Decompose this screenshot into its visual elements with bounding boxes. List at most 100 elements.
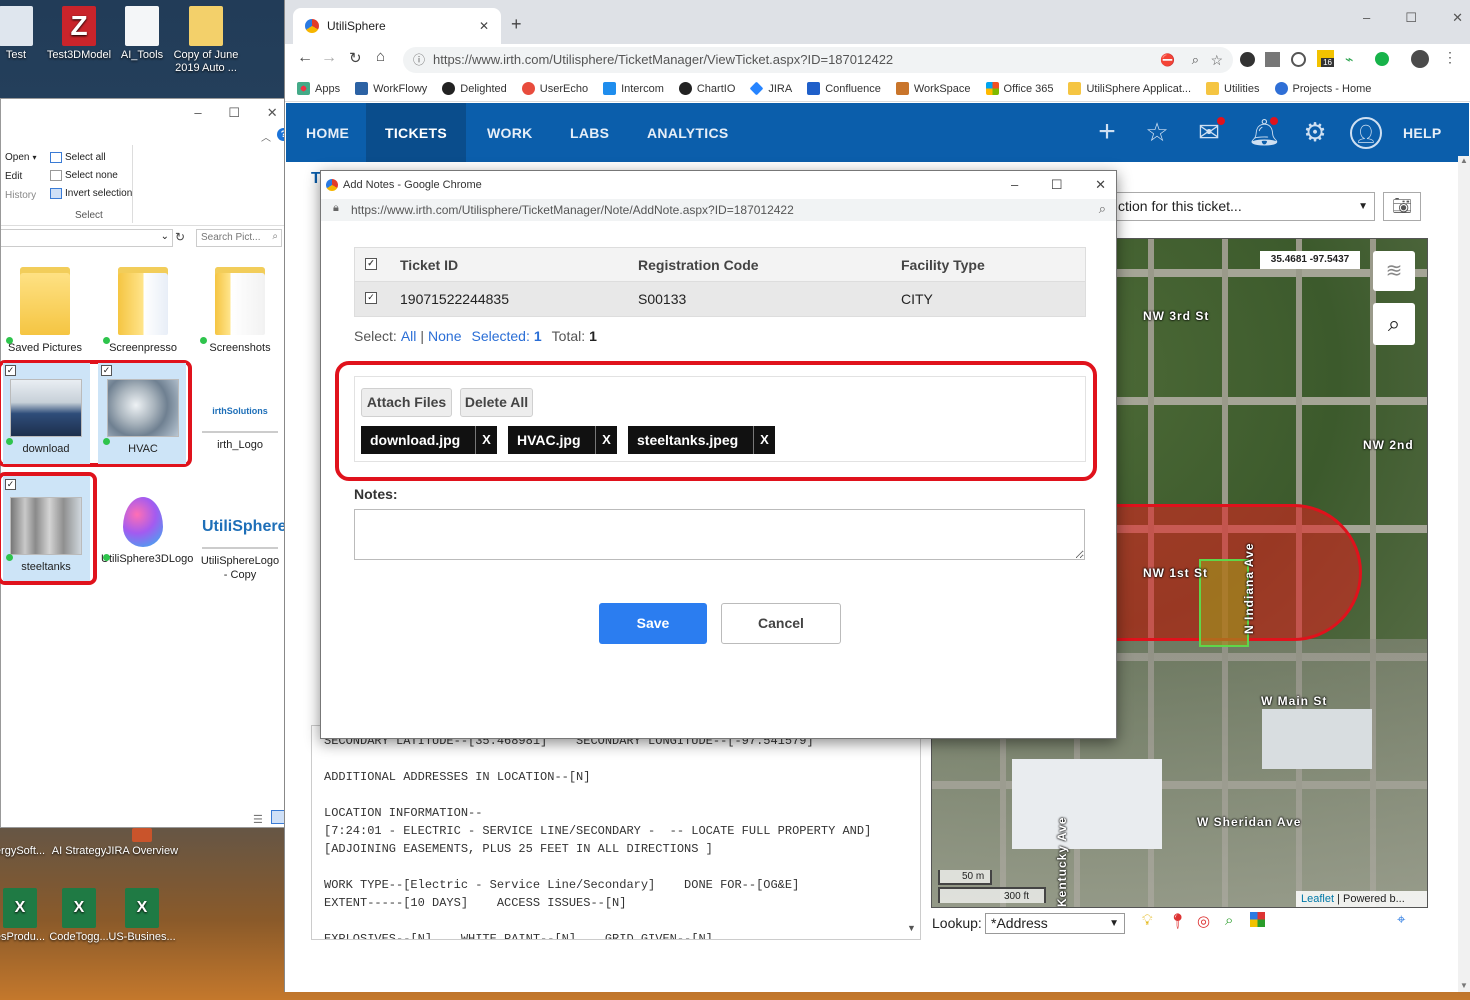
- item-checkbox[interactable]: ✓: [5, 365, 16, 376]
- bookmark-chartio[interactable]: ChartIO: [678, 82, 735, 95]
- table-row[interactable]: ✓ 19071522244835 S00133 CITY: [355, 282, 1085, 316]
- close-icon[interactable]: ✕: [1452, 10, 1463, 26]
- minimize-icon[interactable]: –: [1011, 177, 1018, 193]
- menu-kebab-icon[interactable]: ⋮: [1443, 49, 1457, 66]
- file-irth-logo[interactable]: irthSolutions irth_Logo: [198, 379, 282, 452]
- item-checkbox[interactable]: ✓: [5, 479, 16, 490]
- camera-button[interactable]: 📷︎: [1383, 192, 1421, 221]
- maximize-icon[interactable]: ☐: [1051, 177, 1063, 193]
- map-pin-icon[interactable]: 📍︎: [1168, 912, 1187, 930]
- profile-avatar[interactable]: [1411, 50, 1429, 68]
- file-download[interactable]: download: [4, 379, 88, 456]
- folder-screenpresso[interactable]: Screenpresso: [101, 267, 185, 355]
- browser-tab[interactable]: UtiliSphere ✕: [293, 8, 501, 44]
- page-scrollbar[interactable]: ▲ ▼: [1458, 156, 1470, 992]
- bookmark-delighted[interactable]: Delighted: [442, 82, 507, 95]
- chevron-down-icon[interactable]: ⌄: [161, 231, 169, 242]
- extension-icon[interactable]: [1291, 52, 1306, 67]
- select-none-link[interactable]: None: [428, 328, 461, 344]
- search-input[interactable]: Search Pict... ⌕: [196, 229, 282, 247]
- bookmark-confluence[interactable]: Confluence: [807, 82, 881, 95]
- desktop-icon-june-auto[interactable]: Copy of June 2019 Auto ...: [168, 6, 244, 75]
- folder-saved-pictures[interactable]: Saved Pictures: [3, 267, 87, 355]
- scroll-down-icon[interactable]: ▼: [907, 923, 916, 933]
- remove-attachment-icon[interactable]: X: [475, 426, 497, 454]
- address-bar[interactable]: ⌄: [1, 229, 173, 247]
- bookmark-utilities[interactable]: Utilities: [1206, 82, 1260, 95]
- delete-all-button[interactable]: Delete All: [460, 388, 533, 417]
- extension-icon[interactable]: [1240, 52, 1255, 67]
- bookmark-projects-home[interactable]: Projects - Home: [1274, 82, 1371, 95]
- target-icon[interactable]: ◎: [1197, 912, 1210, 930]
- home-icon[interactable]: ⌂: [376, 48, 385, 65]
- item-checkbox[interactable]: ✓: [101, 365, 112, 376]
- bookmark-jira[interactable]: JIRA: [749, 81, 792, 96]
- layers-icon[interactable]: ≋: [1373, 251, 1415, 291]
- bookmark-workspace[interactable]: WorkSpace: [895, 82, 971, 95]
- desktop-icon-jira-overview[interactable]: JIRA Overview: [104, 828, 180, 858]
- map-layers-multicolor-icon[interactable]: [1250, 912, 1265, 927]
- bookmark-office365[interactable]: Office 365: [985, 82, 1053, 95]
- bookmark-utilisphere-applicat[interactable]: UtiliSphere Applicat...: [1068, 82, 1191, 95]
- invert-selection-button[interactable]: Invert selection: [50, 188, 132, 199]
- forward-icon[interactable]: →: [321, 49, 337, 67]
- open-button[interactable]: Open ▾: [5, 152, 36, 163]
- close-icon[interactable]: ✕: [267, 105, 278, 121]
- bookmark-userecho[interactable]: UserEcho: [521, 82, 588, 95]
- details-view-icon[interactable]: ☰: [253, 813, 263, 826]
- dialog-address-bar[interactable]: 🔒︎ https://www.irth.com/Utilisphere/Tick…: [321, 199, 1116, 221]
- nav-home[interactable]: HOME: [306, 103, 349, 162]
- gps-icon[interactable]: ⌖: [1397, 911, 1405, 928]
- row-checkbox[interactable]: ✓: [365, 292, 377, 304]
- add-icon[interactable]: +: [1091, 117, 1123, 149]
- bookmark-workflowy[interactable]: WorkFlowy: [355, 82, 427, 95]
- edit-button[interactable]: Edit: [5, 171, 22, 182]
- address-bar[interactable]: ⓘ https://www.irth.com/Utilisphere/Ticke…: [403, 47, 1233, 73]
- map-search-icon[interactable]: ⌕: [1373, 303, 1415, 345]
- folder-screenshots[interactable]: Screenshots: [198, 267, 282, 355]
- leaflet-link[interactable]: Leaflet: [1301, 893, 1334, 905]
- zoom-map-icon[interactable]: ⌕: [1225, 912, 1233, 929]
- bell-icon[interactable]: 🔔︎: [1248, 117, 1281, 149]
- file-hvac[interactable]: HVAC: [101, 379, 185, 456]
- reload-icon[interactable]: ↻: [349, 49, 362, 67]
- select-all-button[interactable]: Select all: [50, 152, 106, 163]
- nav-labs[interactable]: LABS: [570, 103, 609, 162]
- favorite-star-icon[interactable]: ☆: [1141, 117, 1173, 149]
- collapse-ribbon-icon[interactable]: ︿: [261, 129, 271, 144]
- minimize-icon[interactable]: –: [194, 105, 201, 121]
- remove-attachment-icon[interactable]: X: [753, 426, 775, 454]
- refresh-icon[interactable]: ↻: [175, 230, 185, 244]
- nav-help[interactable]: HELP: [1403, 103, 1442, 162]
- file-utilisphere3dlogo[interactable]: UtiliSphere3DLogo: [101, 497, 193, 566]
- maximize-icon[interactable]: ☐: [1405, 10, 1417, 26]
- scroll-up-icon[interactable]: ▲: [1460, 156, 1468, 165]
- bookmark-star-icon[interactable]: ☆: [1210, 47, 1223, 73]
- back-icon[interactable]: ←: [297, 49, 313, 67]
- save-button[interactable]: Save: [599, 603, 707, 644]
- nav-analytics[interactable]: ANALYTICS: [647, 103, 729, 162]
- remove-attachment-icon[interactable]: X: [595, 426, 617, 454]
- user-profile-icon[interactable]: 👤︎: [1350, 117, 1382, 149]
- attach-files-button[interactable]: Attach Files: [361, 388, 452, 417]
- lookup-select[interactable]: *Address ▼: [985, 913, 1125, 934]
- zoom-icon[interactable]: ⌕: [1099, 201, 1106, 217]
- nav-tickets[interactable]: TICKETS: [366, 103, 466, 162]
- scroll-down-icon[interactable]: ▼: [1460, 981, 1468, 990]
- file-utilispherelogo-copy[interactable]: UtiliSphere UtiliSphereLogo - Copy: [198, 497, 287, 582]
- minimize-icon[interactable]: –: [1363, 10, 1370, 26]
- extension-icon[interactable]: ⌁: [1345, 51, 1353, 68]
- select-all-link[interactable]: All: [401, 328, 417, 344]
- zoom-icon[interactable]: ⌕: [1192, 47, 1199, 73]
- extension-badge-icon[interactable]: 16: [1317, 50, 1334, 67]
- select-all-checkbox[interactable]: ✓: [365, 258, 377, 270]
- bookmark-apps[interactable]: Apps: [297, 82, 340, 95]
- blocked-icon[interactable]: ⛔: [1160, 47, 1175, 73]
- maximize-icon[interactable]: ☐: [228, 105, 240, 121]
- extension-icon[interactable]: [1375, 52, 1389, 66]
- notes-textarea[interactable]: [354, 509, 1085, 560]
- nav-work[interactable]: WORK: [487, 103, 533, 162]
- desktop-icon-us-busines[interactable]: X US-Busines...: [104, 888, 180, 944]
- settings-gear-icon[interactable]: ⚙: [1299, 117, 1331, 149]
- grammarly-icon[interactable]: [1265, 52, 1280, 67]
